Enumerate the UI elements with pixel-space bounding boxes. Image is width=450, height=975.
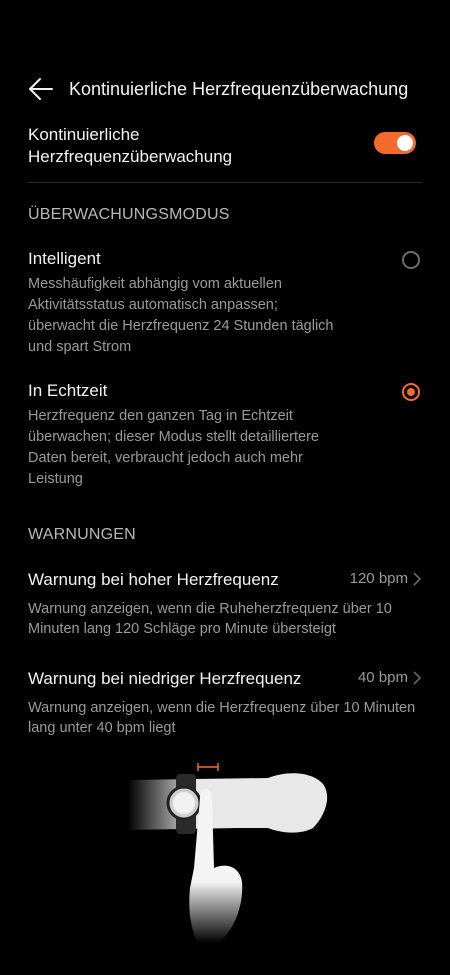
- watch-wearing-illustration: [128, 763, 328, 943]
- option-description: Herzfrequenz den ganzen Tag in Echtzeit …: [28, 408, 319, 487]
- chevron-right-icon: [413, 671, 422, 685]
- warning-high-heart-rate[interactable]: Warnung bei hoher Herzfrequenz 120 bpm W…: [28, 569, 422, 639]
- option-title: In Echtzeit: [28, 381, 108, 400]
- warning-low-heart-rate[interactable]: Warnung bei niedriger Herzfrequenz 40 bp…: [28, 668, 422, 738]
- option-title: Intelligent: [28, 249, 101, 268]
- continuous-monitoring-toggle[interactable]: [374, 132, 416, 154]
- warning-value: 40 bpm: [357, 669, 408, 686]
- chevron-right-icon: [413, 572, 422, 586]
- option-description: Messhäufigkeit abhängig vom aktuellen Ak…: [28, 276, 334, 355]
- radio-intelligent[interactable]: [402, 251, 420, 269]
- section-title-warnings: WARNUNGEN: [28, 526, 136, 543]
- app-header: Kontinuierliche Herzfrequenzüberwachung: [0, 70, 450, 110]
- option-realtime[interactable]: In Echtzeit Herzfrequenz den ganzen Tag …: [28, 380, 422, 490]
- toggle-knob: [397, 135, 413, 151]
- continuous-monitoring-row: Kontinuierliche Herzfrequenzüberwachung: [28, 124, 422, 183]
- arrow-left-icon: [29, 78, 53, 100]
- continuous-monitoring-label: Kontinuierliche Herzfrequenzüberwachung: [28, 125, 233, 166]
- warning-description: Warnung anzeigen, wenn die Herzfrequenz …: [28, 700, 416, 736]
- back-button[interactable]: [26, 76, 56, 102]
- page-title: Kontinuierliche Herzfrequenzüberwachung: [69, 79, 409, 99]
- option-intelligent[interactable]: Intelligent Messhäufigkeit abhängig vom …: [28, 248, 422, 358]
- warning-value: 120 bpm: [349, 570, 408, 587]
- radio-realtime[interactable]: [402, 383, 420, 401]
- warning-description: Warnung anzeigen, wenn die Ruheherzfrequ…: [28, 601, 392, 637]
- section-title-mode: ÜBERWACHUNGSMODUS: [28, 206, 230, 223]
